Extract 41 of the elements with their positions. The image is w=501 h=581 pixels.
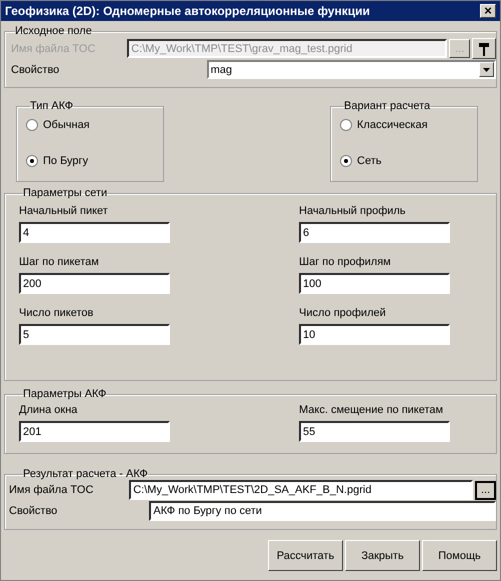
caret-icon (483, 68, 490, 72)
field-label: Число пикетов (19, 307, 94, 319)
field-label: Начальный профиль (299, 205, 407, 217)
field-label: Шаг по пикетам (19, 256, 100, 268)
radio-option[interactable]: Классическая (340, 118, 477, 132)
group-label: Параметры сети (23, 187, 108, 199)
dialog-button[interactable]: Помощь (422, 540, 497, 571)
input-field[interactable]: 10 (299, 324, 450, 345)
browse-button[interactable]: ... (475, 480, 496, 500)
field-label: Имя файла TOC (9, 484, 94, 496)
input-field[interactable]: 5 (19, 324, 170, 345)
radio-option[interactable]: Обычная (26, 118, 163, 132)
input-field[interactable]: C:\My_Work\TMP\TEST\2D_SA_AKF_B_N.pgrid (129, 480, 474, 500)
dialog-button[interactable]: Закрыть (345, 540, 420, 571)
input-field[interactable]: 100 (299, 273, 450, 294)
field-label: Имя файла TOC (11, 42, 96, 54)
pin-icon (477, 40, 492, 56)
group-label: Результат расчета - АКФ (23, 468, 148, 480)
field-label: Свойство (9, 505, 58, 517)
window-title: Геофизика (2D): Одномерные автокорреляционные функции (5, 4, 370, 18)
dialog-button[interactable]: Рассчитать (268, 540, 343, 571)
close-button[interactable]: × (480, 4, 496, 18)
field-label: Макс. смещение по пикетам (299, 404, 444, 416)
group-label: Исходное поле (15, 25, 92, 37)
input-field[interactable]: 200 (19, 273, 170, 294)
group-label: Вариант расчета (344, 100, 430, 112)
input-field[interactable]: 55 (299, 421, 450, 442)
field-label: Свойство (11, 64, 60, 76)
group-label: Тип АКФ (30, 100, 74, 112)
input-field[interactable]: 6 (299, 222, 450, 243)
input-field[interactable]: АКФ по Бургу по сети (149, 501, 496, 521)
pin-button[interactable] (472, 38, 496, 59)
radio-option[interactable]: Сеть (340, 154, 477, 168)
field-label: Начальный пикет (19, 205, 109, 217)
group-label: Параметры АКФ (23, 388, 106, 400)
field-label: Число профилей (299, 307, 387, 319)
radio-option[interactable]: По Бургу (26, 154, 163, 168)
field-label: Длина окна (19, 404, 78, 416)
input-field[interactable]: 4 (19, 222, 170, 243)
input-field[interactable]: 201 (19, 421, 170, 442)
field-label: Шаг по профилям (299, 256, 392, 268)
